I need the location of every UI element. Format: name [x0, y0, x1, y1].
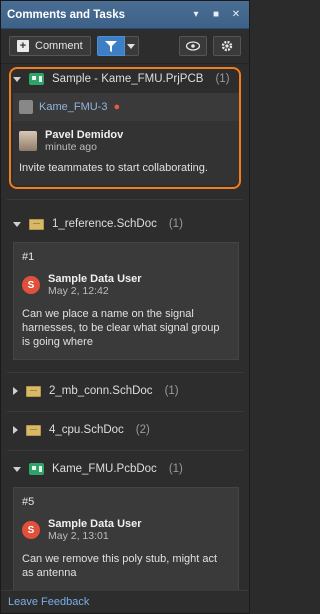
flame-icon: ●: [113, 101, 121, 113]
comment-user-info: Sample Data User May 2, 12:42: [48, 273, 142, 297]
user-photo: [19, 131, 37, 151]
doc-count: (2): [135, 424, 150, 436]
panel-title: Comments and Tasks: [7, 8, 126, 21]
comment-date: May 2, 13:01: [48, 530, 109, 542]
member-avatar: [19, 100, 33, 114]
divider: [7, 372, 243, 373]
add-comment-button[interactable]: + Comment: [9, 36, 91, 56]
filter-icon: [104, 40, 117, 52]
chevron-down-icon: [13, 466, 21, 472]
comment-date: May 2, 12:42: [48, 285, 109, 297]
schdoc-icon: [26, 385, 41, 397]
gear-icon: [221, 40, 233, 52]
doc-group-header[interactable]: Kame_FMU.PcbDoc (1): [7, 455, 243, 483]
doc-count: (1): [168, 218, 183, 230]
comment-label: Comment: [35, 40, 83, 52]
doc-group-header[interactable]: 4_cpu.SchDoc (2): [7, 416, 243, 444]
chevron-right-icon: [13, 426, 18, 434]
comment-user-info: Sample Data User May 2, 13:01: [48, 518, 142, 542]
filter-dropdown-button[interactable]: [124, 36, 139, 56]
dropdown-icon[interactable]: ▾: [189, 8, 203, 22]
doc-group-3: 4_cpu.SchDoc (2): [7, 416, 243, 444]
visibility-button[interactable]: [179, 36, 207, 56]
comment-number: #5: [22, 496, 35, 508]
close-icon[interactable]: ✕: [229, 8, 243, 22]
comment-number: #1: [22, 251, 35, 263]
doc-group-2: 2_mb_conn.SchDoc (1): [7, 377, 243, 405]
project-group: Sample - Kame_FMU.PrjPCB (1) Kame_FMU-3 …: [7, 65, 243, 185]
project-user-info: Pavel Demidov minute ago: [45, 129, 123, 153]
eye-icon: [186, 41, 200, 51]
doc-group-header[interactable]: 2_mb_conn.SchDoc (1): [7, 377, 243, 405]
pcbdoc-icon: [29, 463, 44, 475]
doc-name: 4_cpu.SchDoc: [49, 424, 124, 436]
panel-footer: Leave Feedback: [1, 590, 249, 613]
project-time: minute ago: [45, 141, 97, 153]
doc-group-4: Kame_FMU.PcbDoc (1) #5 S Sample Data Use…: [7, 455, 243, 591]
toolbar: + Comment: [1, 29, 249, 64]
project-info-card: Kame_FMU-3 ● Pavel Demidov minute ago In…: [13, 93, 239, 185]
filter-button[interactable]: [96, 36, 125, 56]
comments-panel: Comments and Tasks ▾ ■ ✕ + Comment Sampl…: [0, 0, 250, 614]
chevron-down-icon: [13, 221, 21, 227]
doc-count: (1): [164, 385, 179, 397]
project-user-row: Pavel Demidov minute ago: [13, 121, 239, 153]
settings-button[interactable]: [213, 36, 241, 56]
titlebar-controls: ▾ ■ ✕: [189, 8, 243, 22]
divider: [7, 450, 243, 451]
plus-icon: +: [17, 40, 29, 52]
comment-text: Can we place a name on the signal harnes…: [22, 308, 220, 348]
project-icon: [29, 73, 44, 85]
comments-list: Sample - Kame_FMU.PrjPCB (1) Kame_FMU-3 …: [1, 63, 249, 591]
project-group-header[interactable]: Sample - Kame_FMU.PrjPCB (1): [7, 65, 243, 93]
panel-titlebar: Comments and Tasks ▾ ■ ✕: [1, 1, 249, 29]
doc-group-header[interactable]: 1_reference.SchDoc (1): [7, 210, 243, 238]
doc-group-1: 1_reference.SchDoc (1) #1 S Sample Data …: [7, 210, 243, 360]
doc-name: Kame_FMU.PcbDoc: [52, 463, 157, 475]
pin-icon[interactable]: ■: [209, 8, 223, 22]
comment-text: Can we remove this poly stub, might act …: [22, 553, 218, 579]
project-member-row: Kame_FMU-3 ●: [13, 93, 239, 121]
chevron-right-icon: [13, 387, 18, 395]
project-message: Invite teammates to start collaborating.: [19, 162, 208, 174]
filter-group: [96, 36, 139, 56]
avatar: S: [22, 276, 40, 294]
chevron-down-icon: [13, 76, 21, 82]
doc-name: 2_mb_conn.SchDoc: [49, 385, 153, 397]
divider: [7, 411, 243, 412]
leave-feedback-link[interactable]: Leave Feedback: [8, 596, 89, 608]
doc-count: (1): [168, 463, 183, 475]
comment-card[interactable]: #1 S Sample Data User May 2, 12:42 Can w…: [13, 242, 239, 360]
comment-user-name: Sample Data User: [48, 273, 142, 285]
comment-user-row: S Sample Data User May 2, 13:01: [22, 518, 230, 542]
schdoc-icon: [29, 218, 44, 230]
comment-card[interactable]: #5 S Sample Data User May 2, 13:01 Can w…: [13, 487, 239, 591]
comment-user-name: Sample Data User: [48, 518, 142, 530]
project-name: Sample - Kame_FMU.PrjPCB: [52, 73, 204, 85]
project-member-name[interactable]: Kame_FMU-3: [39, 101, 107, 113]
schdoc-icon: [26, 424, 41, 436]
project-count: (1): [215, 73, 230, 85]
project-user-name: Pavel Demidov: [45, 129, 124, 141]
divider: [7, 199, 243, 200]
comment-user-row: S Sample Data User May 2, 12:42: [22, 273, 230, 297]
doc-name: 1_reference.SchDoc: [52, 218, 157, 230]
avatar: S: [22, 521, 40, 539]
chevron-down-icon: [127, 43, 136, 49]
